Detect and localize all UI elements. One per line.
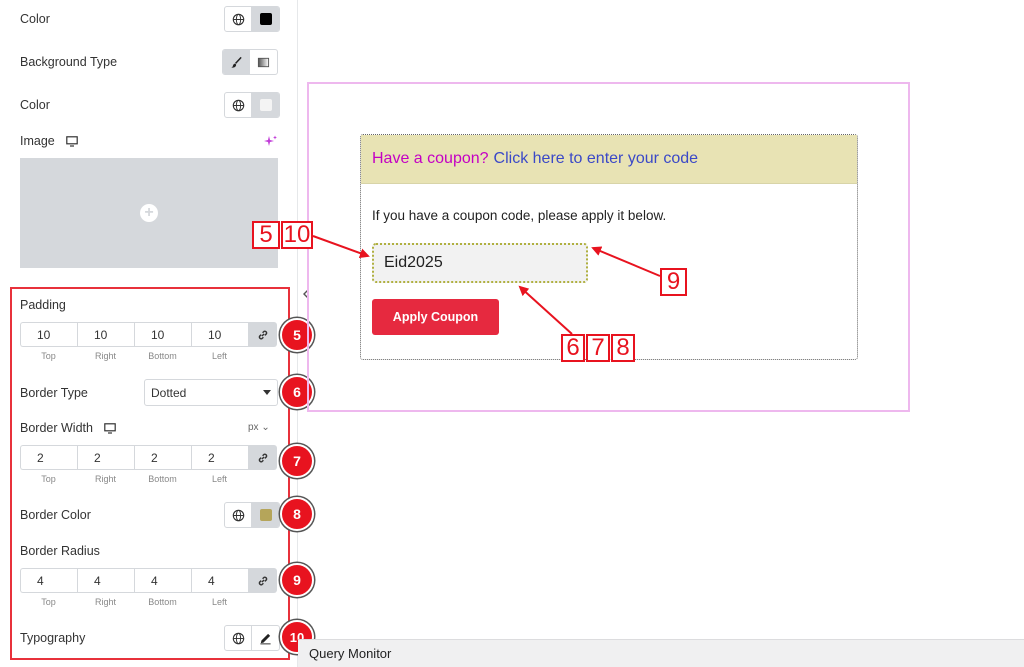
annotation-box-5: 5 — [252, 221, 280, 249]
color-control — [224, 6, 280, 32]
globe-icon — [232, 13, 244, 25]
query-monitor-label: Query Monitor — [309, 646, 392, 661]
color-swatch-button[interactable] — [252, 7, 279, 31]
annotation-box-6: 6 — [561, 334, 585, 362]
coupon-description: If you have a coupon code, please apply … — [372, 208, 667, 223]
globe-icon — [232, 99, 244, 111]
background-type-control — [222, 49, 278, 75]
background-color-control — [224, 92, 280, 118]
classic-background-button[interactable] — [223, 50, 250, 74]
annotation-box-10: 10 — [281, 221, 313, 249]
background-color-label: Color — [20, 98, 50, 112]
annotation-box-7: 7 — [586, 334, 610, 362]
step-badge-8: 8 — [280, 497, 314, 531]
coupon-widget: Have a coupon? Click here to enter your … — [360, 134, 858, 360]
global-background-color-button[interactable] — [225, 93, 252, 117]
ai-sparkle-icon[interactable] — [264, 135, 278, 148]
annotation-box-9: 9 — [660, 268, 687, 296]
highlight-frame — [10, 287, 290, 660]
step-badge-9: 9 — [280, 563, 314, 597]
coupon-toggle-bar: Have a coupon? Click here to enter your … — [361, 135, 857, 184]
color-label: Color — [20, 12, 50, 26]
background-color-swatch-button[interactable] — [252, 93, 279, 117]
background-type-label: Background Type — [20, 55, 118, 69]
gradient-icon — [257, 57, 270, 67]
image-upload-area[interactable]: + — [20, 158, 278, 268]
black-swatch — [259, 13, 272, 25]
step-badge-7: 7 — [280, 444, 314, 478]
gradient-background-button[interactable] — [250, 50, 277, 74]
enter-coupon-link[interactable]: Click here to enter your code — [494, 150, 699, 168]
light-swatch — [259, 99, 272, 111]
coupon-code-input[interactable]: Eid2025 — [372, 243, 588, 283]
image-label-row: Image — [20, 134, 79, 148]
image-label: Image — [20, 134, 55, 148]
add-image-icon[interactable]: + — [140, 204, 158, 222]
brush-icon — [230, 56, 242, 68]
annotation-box-8: 8 — [611, 334, 635, 362]
query-monitor-bar[interactable]: Query Monitor — [298, 639, 1024, 667]
coupon-question: Have a coupon? — [372, 150, 489, 167]
global-color-button[interactable] — [225, 7, 252, 31]
desktop-icon[interactable] — [66, 136, 79, 147]
apply-coupon-button[interactable]: Apply Coupon — [372, 299, 499, 335]
